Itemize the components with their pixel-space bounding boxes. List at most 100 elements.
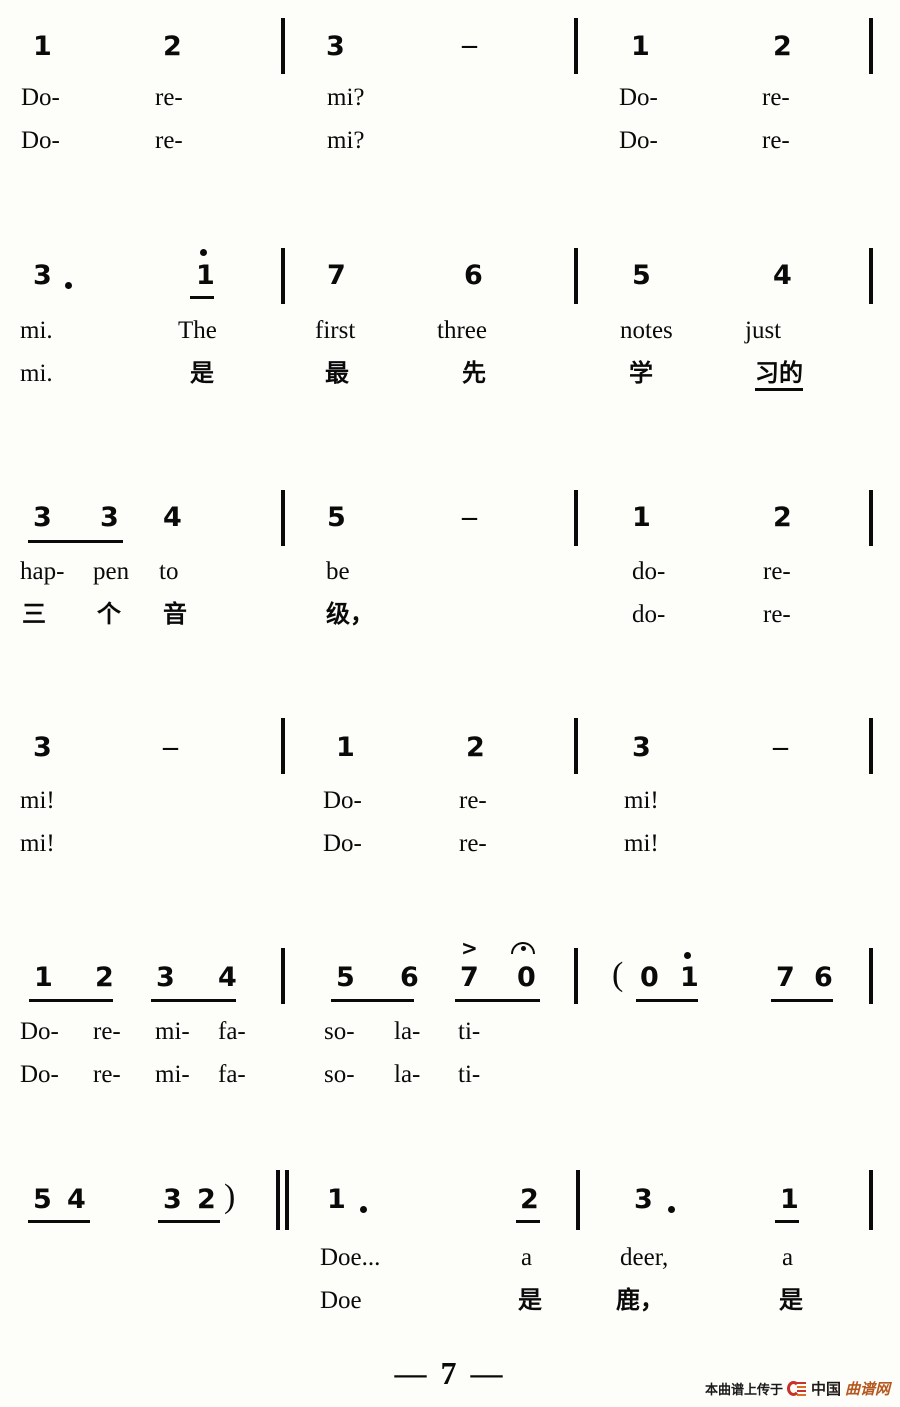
barline-1-1: [281, 18, 285, 74]
lyric-cn-2-3: 最: [325, 359, 349, 387]
note-5-12: 6: [814, 962, 833, 993]
beam-5-1: [29, 999, 113, 1002]
lyric-cn-5-3: mi-: [155, 1061, 190, 1088]
lyric-cn-4-2: Do-: [323, 830, 362, 857]
note-6-8: 1: [780, 1184, 799, 1215]
lyric-cn-5-7: ti-: [458, 1061, 481, 1088]
lyric-cn-3-6: re-: [763, 601, 791, 628]
watermark-prefix-text: 本曲谱上传于: [705, 1383, 784, 1398]
lyric-en-6-4: a: [782, 1244, 794, 1271]
note-6-4: 2: [197, 1184, 216, 1215]
beam-5-6: [771, 999, 833, 1002]
lyric-cn-4-1: mi!: [20, 830, 55, 857]
note-4-2-dash: –: [163, 730, 178, 763]
lyric-en-1-2: re-: [155, 84, 183, 111]
lyric-en-3-6: re-: [763, 558, 791, 585]
lyric-en-1-1: Do-: [21, 84, 60, 111]
note-6-3: 3: [163, 1184, 182, 1215]
note-2-5: 5: [632, 260, 651, 291]
note-3-5-dash: –: [462, 500, 477, 533]
beam-6-3: [516, 1220, 540, 1223]
fermata-icon-5: [511, 938, 537, 954]
barline-3-3: [869, 490, 873, 546]
lyric-cn-2-5: 学: [629, 359, 653, 387]
note-4-4: 2: [466, 732, 485, 763]
lyric-en-2-6: just: [745, 317, 782, 344]
double-barline-6: [276, 1170, 290, 1230]
note-5-8: 0: [517, 962, 536, 993]
barline-1-2: [574, 18, 578, 74]
note-5-7: 7: [460, 962, 479, 993]
note-6-2: 4: [67, 1184, 86, 1215]
fermata-dot: [521, 946, 526, 951]
lyric-cn-1-4: Do-: [619, 127, 658, 154]
note-5-9: 0: [640, 962, 659, 993]
note-1-4-dash: –: [462, 28, 477, 61]
barline-4-3: [869, 718, 873, 774]
lyric-cn-5-1: Do-: [20, 1061, 59, 1088]
note-2-6: 4: [773, 260, 792, 291]
music-system-1: 1 2 3 – 1 2 Do- re- mi? Do- re- Do- re- …: [0, 0, 900, 180]
note-5-1: 1: [34, 962, 53, 993]
note-4-5: 3: [632, 732, 651, 763]
beam-2-1: [190, 296, 214, 299]
note-3-3: 4: [163, 502, 182, 533]
barline-4-1: [281, 718, 285, 774]
note-5-10: 1: [680, 962, 699, 993]
lyric-en-4-1: mi!: [20, 787, 55, 814]
beam-6-1: [28, 1220, 90, 1223]
lyric-en-5-6: la-: [394, 1018, 421, 1045]
note-3-7: 2: [773, 502, 792, 533]
lyric-cn-1-1: Do-: [21, 127, 60, 154]
barline-2-3: [869, 248, 873, 304]
lyric-en-3-2: pen: [93, 558, 130, 585]
music-system-5: 1 2 3 4 5 6 > 7 0 ( 0 1 7 6 Do- re- mi- …: [0, 920, 900, 1110]
note-4-3: 1: [336, 732, 355, 763]
lyric-en-5-2: re-: [93, 1018, 121, 1045]
note-2-1: 3: [33, 260, 52, 291]
octave-dot-2-2: [200, 249, 207, 256]
lyric-en-3-3: to: [159, 558, 179, 585]
note-5-11: 7: [776, 962, 795, 993]
close-paren-6: ): [224, 1178, 236, 1215]
music-system-3: 3 3 4 5 – 1 2 hap- pen to be do- re- 三 个…: [0, 480, 900, 660]
note-5-3: 3: [156, 962, 175, 993]
note-6-7: 3: [634, 1184, 653, 1215]
note-1-3: 3: [326, 31, 345, 62]
barline-6-1: [576, 1170, 580, 1230]
lyric-cn-6-4: 是: [779, 1286, 803, 1314]
beam-6-2: [158, 1220, 220, 1223]
note-6-1: 5: [33, 1184, 52, 1215]
watermark-brand-dark: 中国: [811, 1380, 842, 1398]
lyric-en-1-4: Do-: [619, 84, 658, 111]
beam-5-4: [455, 999, 540, 1002]
beam-5-3: [331, 999, 414, 1002]
lyric-en-2-4: three: [437, 317, 487, 344]
logo-bars-shape: [797, 1381, 807, 1396]
note-4-1: 3: [33, 732, 52, 763]
note-3-2: 3: [100, 502, 119, 533]
lyric-cn-3-5: do-: [632, 601, 666, 628]
augmentation-dot-6-7: [668, 1206, 675, 1213]
note-1-5: 1: [631, 31, 650, 62]
lyric-cn-3-3: 音: [163, 600, 187, 628]
note-6-5: 1: [327, 1184, 346, 1215]
lyric-cn-5-2: re-: [93, 1061, 121, 1088]
barline-3-1: [281, 490, 285, 546]
lyric-en-6-2: a: [521, 1244, 533, 1271]
lyric-cn-2-2: 是: [190, 359, 214, 387]
note-5-5: 5: [336, 962, 355, 993]
sheet-music-page: 1 2 3 – 1 2 Do- re- mi? Do- re- Do- re- …: [0, 0, 900, 1407]
lyric-en-3-4: be: [326, 558, 350, 585]
lyric-cn-6-2: 是: [518, 1286, 542, 1314]
lyric-en-2-5: notes: [620, 317, 673, 344]
note-5-6: 6: [400, 962, 419, 993]
lyric-cn-1-2: re-: [155, 127, 183, 154]
lyric-cn-3-2: 个: [97, 600, 121, 628]
note-3-6: 1: [632, 502, 651, 533]
lyric-en-3-5: do-: [632, 558, 666, 585]
note-2-3: 7: [327, 260, 346, 291]
barline-6-2: [869, 1170, 873, 1230]
lyric-cn-5-5: so-: [324, 1061, 355, 1088]
lyric-en-5-3: mi-: [155, 1018, 190, 1045]
